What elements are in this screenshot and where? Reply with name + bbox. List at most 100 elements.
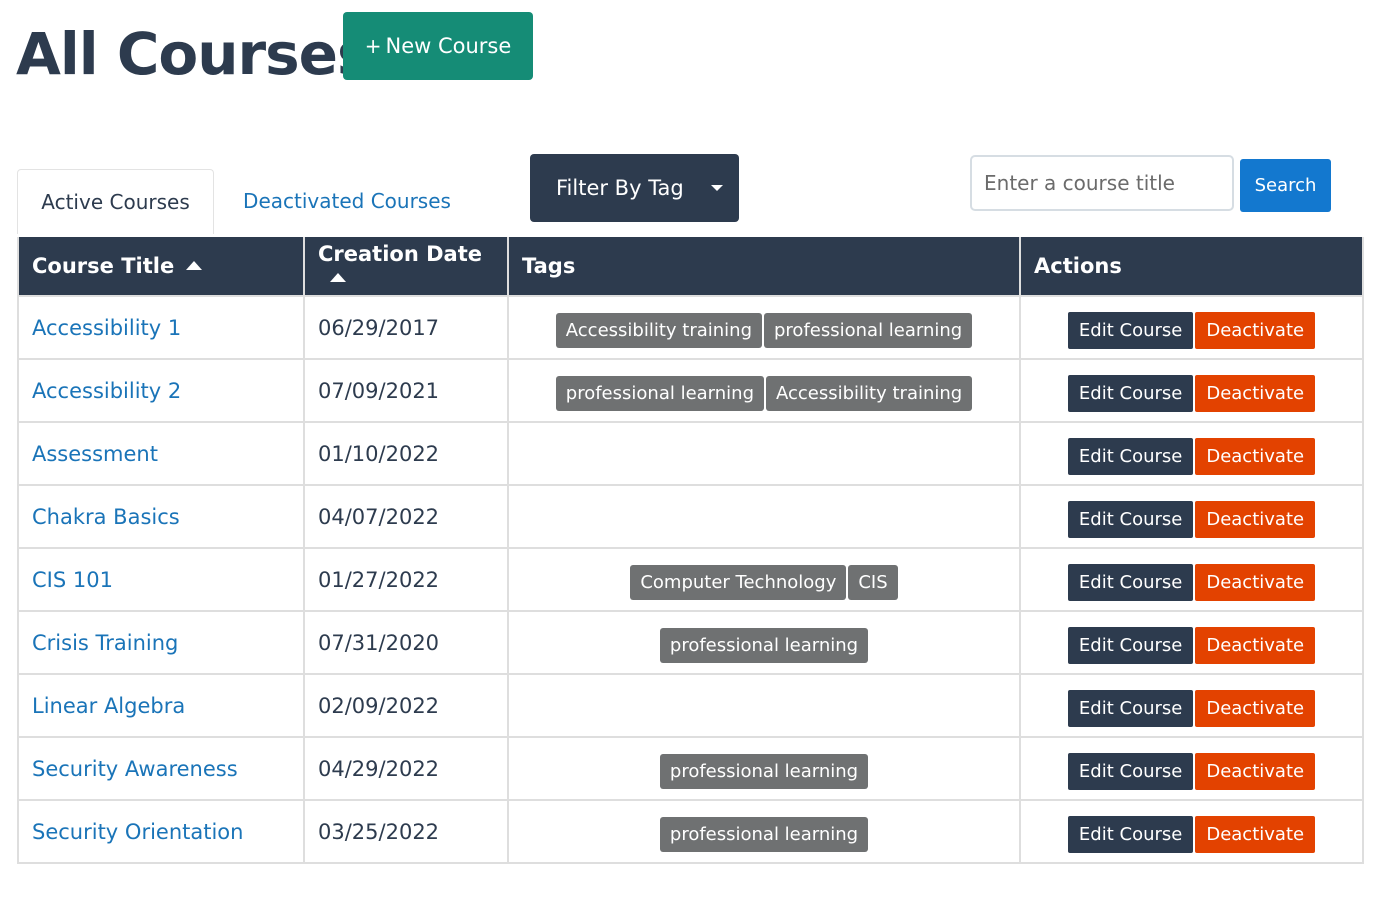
- edit-course-button[interactable]: Edit Course: [1067, 690, 1194, 727]
- filter-label: Filter By Tag: [556, 176, 684, 200]
- tag-badge: Accessibility training: [555, 313, 762, 348]
- table-header-row: Course Title Creation Date Tags Actions: [17, 237, 1364, 297]
- tags-cell: [507, 421, 1021, 486]
- edit-course-button[interactable]: Edit Course: [1067, 312, 1194, 349]
- table-row: Assessment 01/10/2022 Edit Course Deactivat…: [17, 421, 1364, 486]
- course-title-cell: Accessibility 1: [17, 295, 305, 360]
- edit-course-button[interactable]: Edit Course: [1067, 816, 1194, 853]
- course-title-link[interactable]: Accessibility 2: [32, 379, 181, 403]
- courses-table: Course Title Creation Date Tags Actions …: [17, 237, 1364, 864]
- course-title-link[interactable]: Assessment: [32, 442, 158, 466]
- edit-course-button[interactable]: Edit Course: [1067, 375, 1194, 412]
- table-row: Chakra Basics 04/07/2022 Edit Course Deacti…: [17, 484, 1364, 549]
- plus-icon: +: [364, 34, 382, 58]
- tags-cell: [507, 484, 1021, 549]
- course-title-link[interactable]: Security Orientation: [32, 820, 243, 844]
- creation-date-cell: 04/29/2022: [303, 736, 509, 801]
- course-title-cell: Assessment: [17, 421, 305, 486]
- actions-cell: Edit Course Deactivate: [1019, 673, 1364, 738]
- tags-cell: professional learning: [507, 610, 1021, 675]
- edit-course-button[interactable]: Edit Course: [1067, 501, 1194, 538]
- deactivate-button[interactable]: Deactivate: [1195, 627, 1316, 664]
- tags-cell: professional learning Accessibility train…: [507, 358, 1021, 423]
- table-row: Crisis Training 07/31/2020 professional le…: [17, 610, 1364, 675]
- deactivate-button[interactable]: Deactivate: [1195, 690, 1316, 727]
- actions-cell: Edit Course Deactivate: [1019, 484, 1364, 549]
- tags-cell: Accessibility training professional learn…: [507, 295, 1021, 360]
- tab-active-courses[interactable]: Active Courses: [17, 169, 214, 234]
- tag-badge: professional learning: [764, 313, 973, 348]
- course-title-link[interactable]: Security Awareness: [32, 757, 238, 781]
- sort-up-icon: [186, 260, 203, 270]
- table-row: Accessibility 2 07/09/2021 professional le…: [17, 358, 1364, 423]
- deactivate-button[interactable]: Deactivate: [1195, 753, 1316, 790]
- course-title-cell: Crisis Training: [17, 610, 305, 675]
- tag-badge: professional learning: [555, 376, 764, 411]
- table-row: Security Orientation 03/25/2022 profession…: [17, 799, 1364, 864]
- deactivate-button[interactable]: Deactivate: [1195, 564, 1316, 601]
- tag-badge: professional learning: [659, 817, 869, 852]
- course-title-link[interactable]: Accessibility 1: [32, 316, 181, 340]
- creation-date-cell: 01/10/2022: [303, 421, 509, 486]
- edit-course-button[interactable]: Edit Course: [1067, 753, 1194, 790]
- course-title-link[interactable]: Crisis Training: [32, 631, 178, 655]
- caret-down-icon: [711, 185, 723, 191]
- header-creation-date-label: Creation Date: [318, 242, 482, 266]
- header-course-title[interactable]: Course Title: [17, 237, 305, 297]
- tag-badge: professional learning: [659, 628, 869, 663]
- course-title-cell: Security Orientation: [17, 799, 305, 864]
- edit-course-button[interactable]: Edit Course: [1067, 438, 1194, 475]
- tags-cell: Computer Technology CIS: [507, 547, 1021, 612]
- deactivate-button[interactable]: Deactivate: [1195, 501, 1316, 538]
- search-button[interactable]: Search: [1240, 159, 1331, 212]
- actions-cell: Edit Course Deactivate: [1019, 610, 1364, 675]
- creation-date-cell: 01/27/2022: [303, 547, 509, 612]
- deactivate-button[interactable]: Deactivate: [1195, 375, 1316, 412]
- tag-badge: professional learning: [659, 754, 869, 789]
- actions-cell: Edit Course Deactivate: [1019, 295, 1364, 360]
- course-title-link[interactable]: Linear Algebra: [32, 694, 185, 718]
- tags-cell: [507, 673, 1021, 738]
- filter-by-tag-dropdown[interactable]: Filter By Tag: [530, 154, 739, 222]
- creation-date-cell: 03/25/2022: [303, 799, 509, 864]
- new-course-button[interactable]: + New Course: [343, 12, 533, 80]
- actions-cell: Edit Course Deactivate: [1019, 736, 1364, 801]
- course-title-link[interactable]: CIS 101: [32, 568, 113, 592]
- tags-cell: professional learning: [507, 736, 1021, 801]
- deactivate-button[interactable]: Deactivate: [1195, 816, 1316, 853]
- tags-cell: professional learning: [507, 799, 1021, 864]
- actions-cell: Edit Course Deactivate: [1019, 358, 1364, 423]
- header-creation-date[interactable]: Creation Date: [303, 237, 509, 297]
- edit-course-button[interactable]: Edit Course: [1067, 564, 1194, 601]
- header-course-title-label: Course Title: [32, 254, 175, 278]
- course-title-cell: Linear Algebra: [17, 673, 305, 738]
- course-title-cell: CIS 101: [17, 547, 305, 612]
- course-title-cell: Accessibility 2: [17, 358, 305, 423]
- course-title-cell: Security Awareness: [17, 736, 305, 801]
- table-row: Accessibility 1 06/29/2017 Accessibility t…: [17, 295, 1364, 360]
- course-title-link[interactable]: Chakra Basics: [32, 505, 180, 529]
- creation-date-cell: 02/09/2022: [303, 673, 509, 738]
- deactivate-button[interactable]: Deactivate: [1195, 312, 1316, 349]
- tag-badge: Accessibility training: [766, 376, 973, 411]
- table-row: Linear Algebra 02/09/2022 Edit Course Deact…: [17, 673, 1364, 738]
- creation-date-cell: 07/09/2021: [303, 358, 509, 423]
- course-title-cell: Chakra Basics: [17, 484, 305, 549]
- creation-date-cell: 07/31/2020: [303, 610, 509, 675]
- creation-date-cell: 04/07/2022: [303, 484, 509, 549]
- tag-badge: CIS: [848, 565, 898, 600]
- deactivate-button[interactable]: Deactivate: [1195, 438, 1316, 475]
- tab-deactivated-courses[interactable]: Deactivated Courses: [227, 169, 467, 233]
- edit-course-button[interactable]: Edit Course: [1067, 627, 1194, 664]
- page-title: All Courses: [16, 20, 372, 88]
- actions-cell: Edit Course Deactivate: [1019, 547, 1364, 612]
- search-input[interactable]: [970, 155, 1234, 211]
- sort-up-icon: [330, 272, 346, 282]
- header-tags: Tags: [507, 237, 1021, 297]
- table-row: Security Awareness 04/29/2022 professional…: [17, 736, 1364, 801]
- new-course-label: New Course: [385, 34, 512, 58]
- table-row: CIS 101 01/27/2022 Computer Technology CIS E…: [17, 547, 1364, 612]
- tag-badge: Computer Technology: [630, 565, 847, 600]
- creation-date-cell: 06/29/2017: [303, 295, 509, 360]
- actions-cell: Edit Course Deactivate: [1019, 799, 1364, 864]
